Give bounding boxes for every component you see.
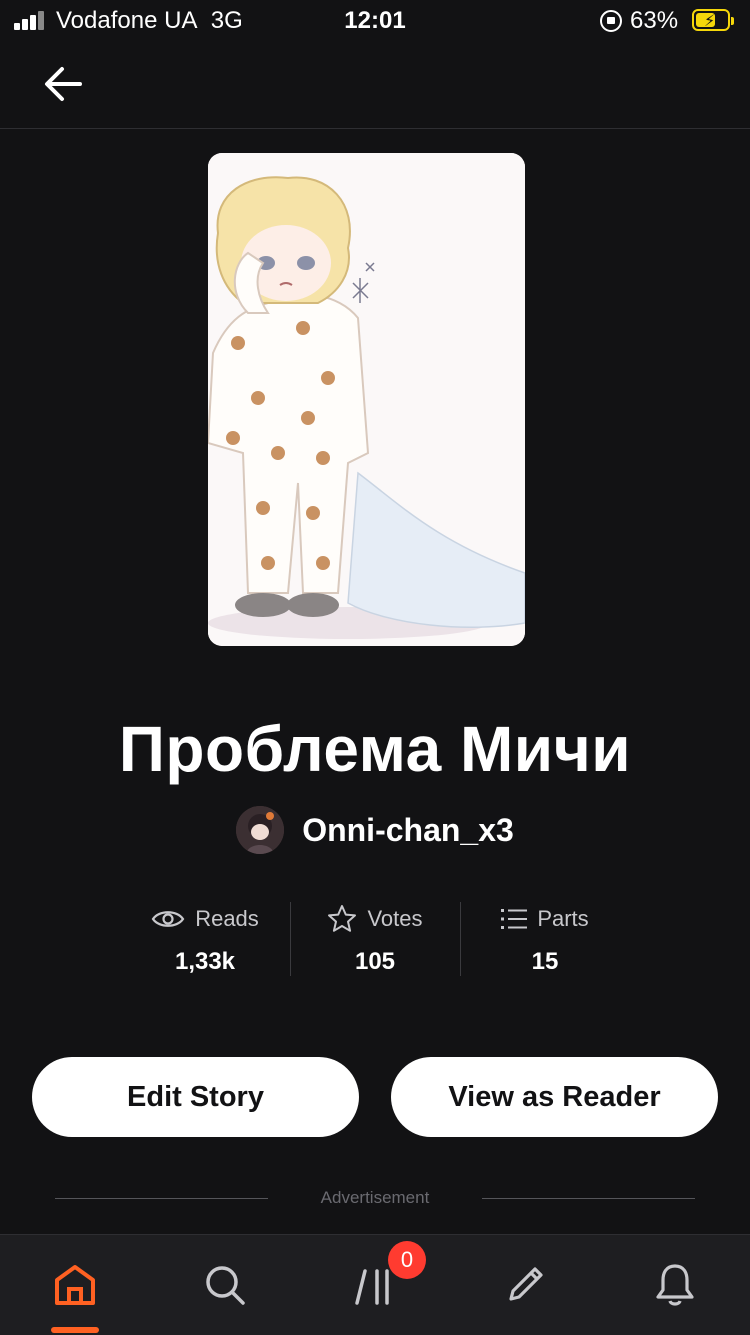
- advertisement-divider: Advertisement: [0, 1188, 750, 1212]
- tab-library[interactable]: [300, 1235, 450, 1335]
- active-tab-indicator: [51, 1327, 99, 1333]
- tab-bar: [0, 1234, 750, 1335]
- stat-value: 1,33k: [174, 948, 236, 975]
- stat-label: Votes: [367, 906, 423, 931]
- bell-icon: [656, 1264, 694, 1306]
- view-as-reader-button[interactable]: View as Reader: [391, 1057, 718, 1137]
- author-link[interactable]: Onni-chan_x3: [0, 806, 750, 854]
- cover-illustration: [208, 153, 525, 646]
- arrow-left-icon: [45, 67, 82, 101]
- story-cover: [208, 153, 525, 646]
- tab-home[interactable]: [0, 1235, 150, 1335]
- star-icon: [328, 905, 357, 932]
- header: [0, 44, 750, 129]
- avatar: [236, 806, 285, 854]
- stat-label: Parts: [537, 906, 589, 931]
- battery-percent: 63%: [630, 7, 679, 34]
- stat-label: Reads: [195, 906, 259, 931]
- home-icon: [55, 1265, 95, 1305]
- tab-write[interactable]: [450, 1235, 600, 1335]
- tab-notifications[interactable]: [600, 1235, 750, 1335]
- status-bar: Vodafone UA 3G 12:01 63% ⚡: [0, 0, 750, 44]
- divider: [482, 1198, 695, 1199]
- library-badge: 0: [388, 1241, 426, 1279]
- eye-icon: [151, 911, 185, 927]
- edit-story-button[interactable]: Edit Story: [32, 1057, 359, 1137]
- stat-reads: Reads 1,33k: [120, 898, 290, 976]
- stat-value: 105: [354, 948, 396, 975]
- back-button[interactable]: [40, 60, 88, 108]
- search-icon: [206, 1266, 245, 1305]
- orientation-lock-icon: [600, 10, 622, 32]
- stat-parts: Parts 15: [460, 898, 630, 976]
- tab-search[interactable]: [150, 1235, 300, 1335]
- battery-icon: ⚡: [692, 9, 734, 31]
- author-name: Onni-chan_x3: [302, 811, 514, 848]
- stat-value: 15: [531, 948, 559, 975]
- stat-votes: Votes 105: [290, 898, 460, 976]
- pencil-icon: [509, 1267, 543, 1301]
- list-icon: [501, 909, 528, 929]
- story-title: Проблема Мичи: [118, 713, 632, 785]
- story-stats: Reads 1,33k Votes 105 Parts 15: [0, 898, 750, 978]
